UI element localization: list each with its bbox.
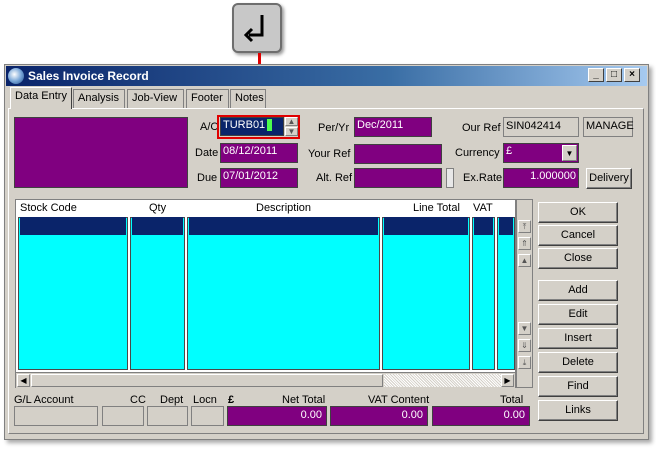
- your-ref-field[interactable]: [354, 144, 442, 164]
- delivery-button[interactable]: Delivery: [586, 168, 632, 189]
- selected-cell[interactable]: [132, 217, 183, 235]
- selected-cell[interactable]: [474, 217, 493, 235]
- per-yr-field[interactable]: Dec/2011: [354, 117, 432, 137]
- return-key-callout: [232, 3, 282, 53]
- edit-button[interactable]: Edit: [538, 304, 618, 325]
- due-label: Due: [197, 172, 218, 184]
- column-line-total[interactable]: [382, 217, 470, 370]
- selected-cell[interactable]: [499, 217, 513, 235]
- gl-account-label: G/L Account: [14, 394, 74, 406]
- close-button[interactable]: Close: [538, 248, 618, 269]
- text-cursor: [267, 119, 273, 132]
- scroll-down-icon[interactable]: ▼: [518, 322, 531, 335]
- close-window-button[interactable]: ×: [624, 68, 640, 82]
- column-stock-code[interactable]: [18, 217, 128, 370]
- col-header-stock-code[interactable]: Stock Code: [20, 202, 77, 214]
- scroll-bottom-icon[interactable]: ⤓: [518, 356, 531, 369]
- col-header-description[interactable]: Description: [256, 202, 311, 214]
- spin-down-icon[interactable]: ▼: [285, 127, 298, 136]
- customer-address-box: [14, 117, 188, 188]
- tab-job-view[interactable]: Job-View: [127, 89, 184, 108]
- tab-data-entry[interactable]: Data Entry: [10, 87, 72, 109]
- delete-button[interactable]: Delete: [538, 352, 618, 373]
- selected-cell[interactable]: [189, 217, 378, 235]
- alt-ref-label: Alt. Ref: [316, 172, 353, 184]
- col-header-qty[interactable]: Qty: [149, 202, 166, 214]
- col-header-vat[interactable]: VAT: [473, 202, 493, 214]
- tab-notes[interactable]: Notes: [230, 89, 266, 108]
- ac-value: TURB01: [223, 119, 266, 131]
- net-total-field: 0.00: [227, 406, 327, 426]
- vat-content-field: 0.00: [330, 406, 428, 426]
- scroll-top-icon[interactable]: ⤒: [518, 220, 531, 233]
- insert-button[interactable]: Insert: [538, 328, 618, 349]
- minimize-button[interactable]: _: [588, 68, 604, 82]
- maximize-button[interactable]: □: [606, 68, 622, 82]
- selected-cell[interactable]: [384, 217, 468, 235]
- locn-field[interactable]: [191, 406, 224, 426]
- cc-label: CC: [130, 394, 146, 406]
- tab-analysis[interactable]: Analysis: [73, 89, 125, 108]
- add-button[interactable]: Add: [538, 280, 618, 301]
- app-globe-icon: [8, 68, 24, 84]
- column-qty[interactable]: [130, 217, 185, 370]
- currency-symbol: £: [228, 394, 235, 406]
- your-ref-label: Your Ref: [308, 148, 351, 160]
- ex-rate-field[interactable]: 1.000000: [503, 168, 579, 188]
- per-yr-label: Per/Yr: [318, 122, 350, 134]
- cc-field[interactable]: [102, 406, 144, 426]
- locn-label: Locn: [193, 394, 217, 406]
- date-label: Date: [195, 147, 219, 159]
- return-arrow-icon: [243, 15, 264, 43]
- due-field[interactable]: 07/01/2012: [220, 168, 298, 188]
- net-total-label: Net Total: [282, 394, 326, 406]
- horizontal-scroll-track[interactable]: [384, 374, 501, 387]
- scroll-left-icon[interactable]: ◀: [17, 374, 30, 387]
- our-ref-label: Our Ref: [462, 122, 501, 134]
- dept-field[interactable]: [147, 406, 188, 426]
- alt-ref-field[interactable]: [354, 168, 442, 188]
- window-title: Sales Invoice Record: [28, 69, 149, 83]
- total-field: 0.00: [432, 406, 530, 426]
- column-extra[interactable]: [497, 217, 515, 370]
- find-button[interactable]: Find: [538, 376, 618, 397]
- manage-button[interactable]: MANAGE: [583, 117, 634, 137]
- ac-field[interactable]: TURB01: [220, 117, 284, 136]
- our-ref-field: SIN042414: [503, 117, 579, 137]
- date-field[interactable]: 08/12/2011: [220, 143, 298, 163]
- column-vat[interactable]: [472, 217, 495, 370]
- ac-label: A/C: [200, 121, 219, 133]
- vat-content-label: VAT Content: [368, 394, 430, 406]
- scroll-right-icon[interactable]: ▶: [501, 374, 514, 387]
- gl-account-field[interactable]: [14, 406, 98, 426]
- dept-label: Dept: [160, 394, 184, 406]
- total-label: Total: [500, 394, 524, 406]
- selected-cell[interactable]: [20, 217, 126, 235]
- scroll-up-icon[interactable]: ▲: [518, 254, 531, 267]
- dropdown-arrow-icon[interactable]: ▼: [562, 145, 577, 161]
- scroll-page-up-icon[interactable]: ⇑: [518, 237, 531, 250]
- scroll-page-down-icon[interactable]: ⇓: [518, 339, 531, 352]
- horizontal-scroll-thumb[interactable]: [31, 374, 383, 387]
- tab-footer[interactable]: Footer: [186, 89, 229, 108]
- currency-label: Currency: [455, 147, 500, 159]
- column-description[interactable]: [187, 217, 380, 370]
- ex-rate-label: Ex.Rate: [463, 172, 503, 184]
- links-button[interactable]: Links: [538, 400, 618, 421]
- splitter-handle[interactable]: [446, 168, 454, 188]
- ok-button[interactable]: OK: [538, 202, 618, 223]
- col-header-line-total[interactable]: Line Total: [413, 202, 460, 214]
- cancel-button[interactable]: Cancel: [538, 225, 618, 246]
- currency-value: £: [506, 145, 513, 157]
- spin-up-icon[interactable]: ▲: [285, 117, 298, 126]
